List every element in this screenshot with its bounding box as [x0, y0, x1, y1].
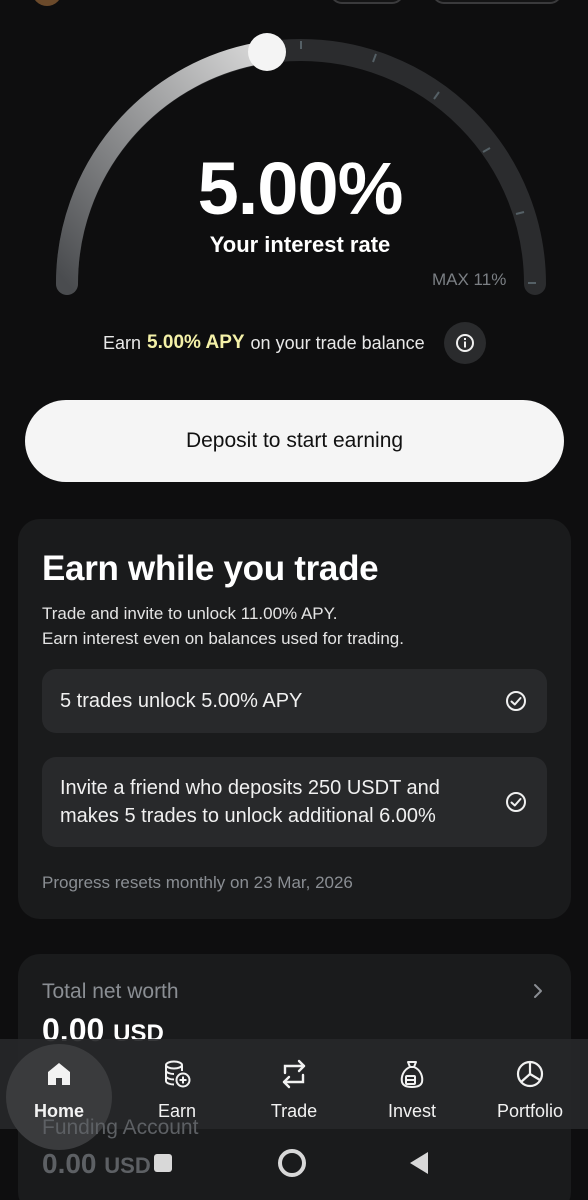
progress-reset-note: Progress resets monthly on 23 Mar, 2026	[42, 873, 353, 892]
check-circle-icon	[506, 792, 526, 812]
nav-item-invest[interactable]: Invest	[372, 1039, 452, 1129]
swap-arrows-icon	[282, 1059, 306, 1089]
funding-account-label: Funding Account	[42, 1116, 199, 1139]
check-circle-icon	[506, 691, 526, 711]
coins-plus-icon	[165, 1060, 191, 1088]
info-icon	[456, 334, 474, 352]
card-subtitle: Trade and invite to unlock 11.00% APY. E…	[42, 601, 404, 651]
gauge-max-label: MAX 11%	[432, 270, 507, 289]
apy-summary: Earn 5.00% APY on your trade balance	[103, 332, 425, 354]
nav-label: Trade	[270, 1101, 318, 1121]
nav-item-trade[interactable]: Trade	[254, 1039, 334, 1129]
info-button[interactable]	[444, 322, 486, 364]
card-subtitle-line: Earn interest even on balances used for …	[42, 629, 404, 648]
task-item-invite[interactable]: Invite a friend who deposits 250 USDT an…	[42, 757, 547, 847]
task-label: Invite a friend who deposits 250 USDT an…	[60, 777, 440, 827]
apy-highlight: 5.00% APY	[147, 332, 245, 353]
gauge-knob	[248, 33, 286, 71]
home-icon	[48, 1063, 70, 1085]
nav-label: Portfolio	[496, 1101, 564, 1121]
earn-while-trade-card: Earn while you trade Trade and invite to…	[18, 519, 571, 919]
net-worth-label: Total net worth	[42, 980, 179, 1003]
apy-prefix: Earn	[103, 332, 142, 353]
recents-icon[interactable]	[151, 1151, 175, 1175]
task-item-trades[interactable]: 5 trades unlock 5.00% APY	[42, 669, 547, 733]
system-nav-bar	[0, 1140, 588, 1200]
pie-chart-icon	[516, 1060, 544, 1088]
interest-rate-label: Your interest rate	[209, 232, 391, 257]
card-title: Earn while you trade	[42, 549, 379, 588]
task-label: 5 trades unlock 5.00% APY	[60, 690, 303, 712]
back-icon[interactable]	[406, 1150, 432, 1176]
nav-item-portfolio[interactable]: Portfolio	[490, 1039, 570, 1129]
money-bag-icon	[400, 1061, 424, 1089]
chevron-right-icon	[534, 984, 542, 998]
home-circle-icon[interactable]	[276, 1147, 308, 1179]
card-subtitle-line: Trade and invite to unlock 11.00% APY.	[42, 604, 338, 623]
nav-label: Invest	[387, 1101, 437, 1121]
interest-rate-value: 5.00%	[197, 147, 404, 230]
apy-suffix: on your trade balance	[250, 332, 425, 353]
deposit-button[interactable]: Deposit to start earning	[25, 400, 564, 482]
